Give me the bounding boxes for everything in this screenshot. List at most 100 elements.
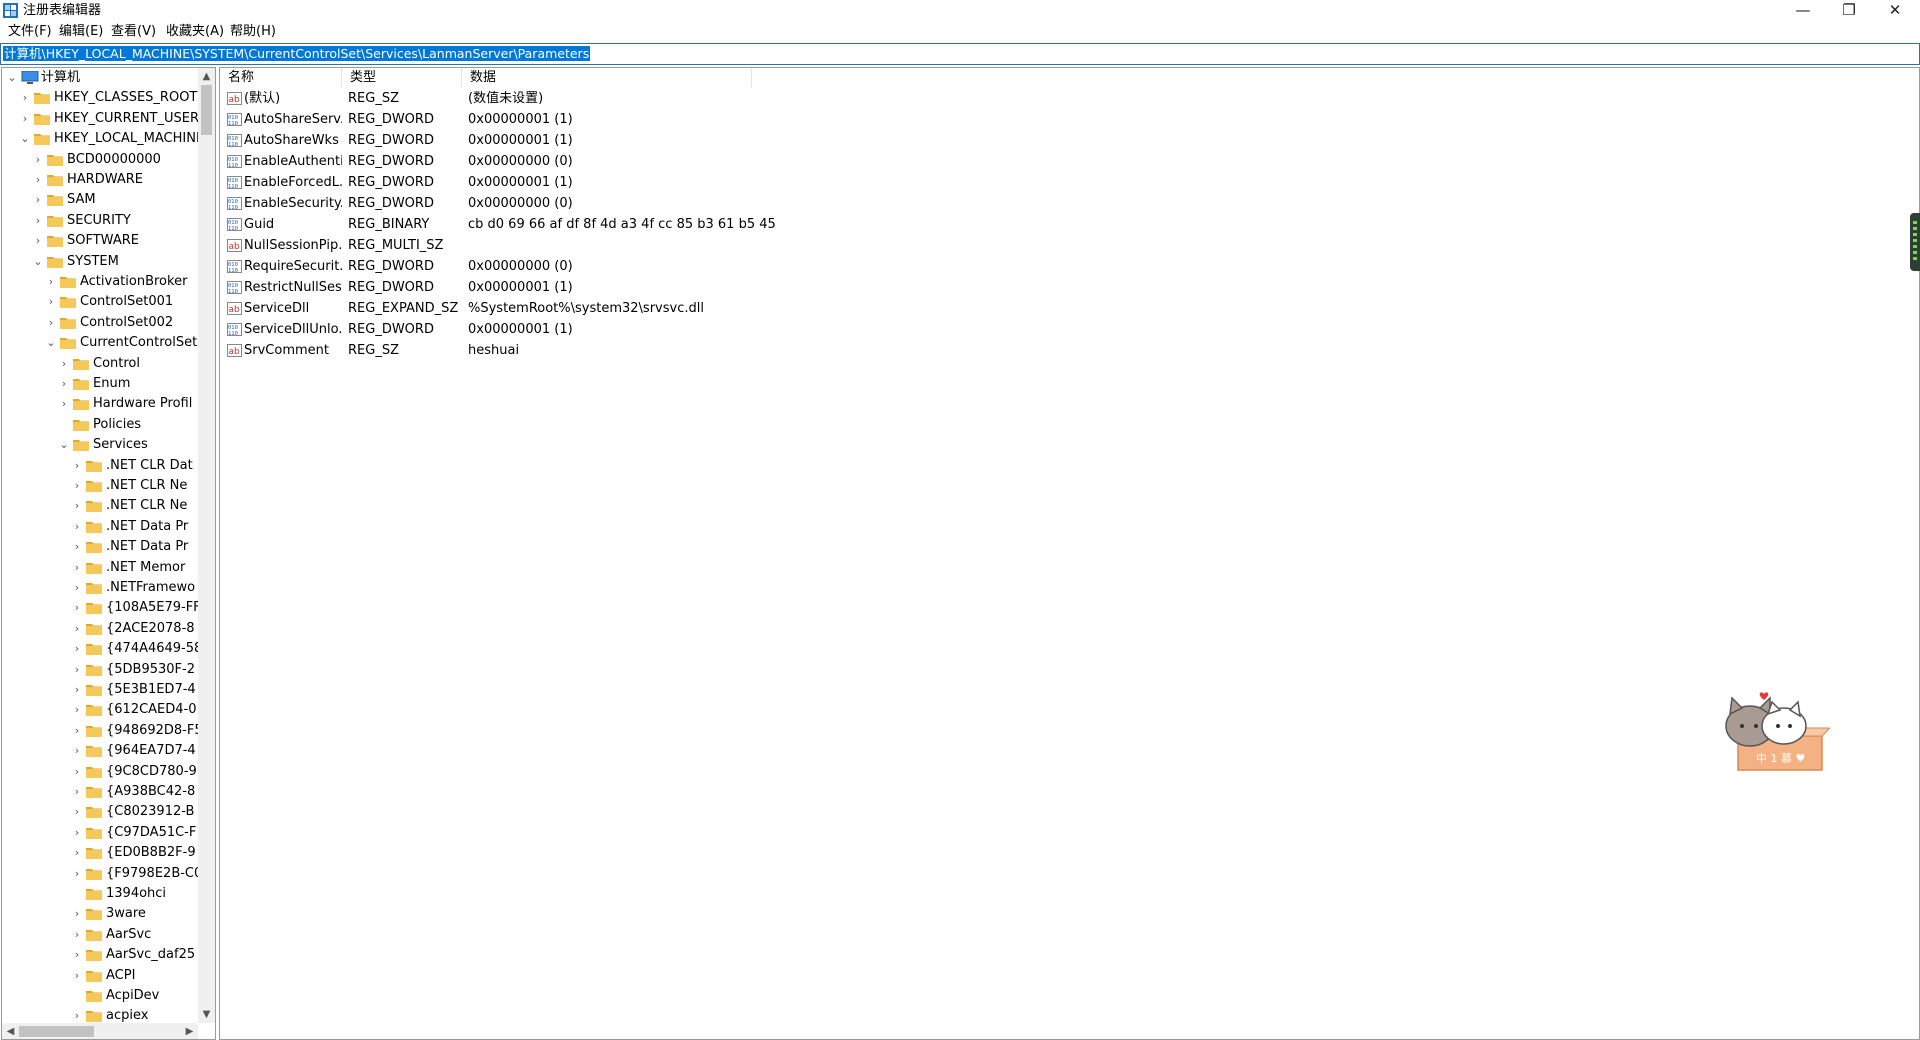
chevron-right-icon[interactable]: › (32, 170, 44, 190)
value-row[interactable]: ab ServiceDll REG_EXPAND_SZ %SystemRoot%\sy… (220, 298, 980, 319)
chevron-right-icon[interactable]: › (71, 700, 83, 720)
value-row[interactable]: 010 110 EnableForcedL... REG_DWORD 0x0000000… (220, 172, 980, 193)
value-type: REG_DWORD (348, 175, 434, 190)
chevron-right-icon[interactable]: › (32, 231, 44, 251)
value-row[interactable]: 010 110 AutoShareServ... REG_DWORD 0x0000000… (220, 109, 980, 130)
value-row[interactable]: 010110EnableAuthenti... REG_DWORD 0x000000… (220, 151, 980, 172)
chevron-right-icon[interactable]: › (71, 966, 83, 986)
chevron-right-icon[interactable] (58, 415, 70, 435)
chevron-right-icon[interactable] (71, 986, 83, 1006)
menu-help[interactable]: 帮助(H) (230, 24, 276, 40)
binary-value-icon: 010110 (227, 260, 242, 273)
scroll-down-arrow-icon[interactable]: ▼ (198, 1006, 215, 1023)
chevron-right-icon[interactable]: › (71, 782, 83, 802)
binary-value-icon: 010110 (227, 197, 242, 210)
menu-file[interactable]: 文件(F) (8, 24, 52, 40)
cat-sticker-image: 中 1 慕 ♥ (1725, 692, 1830, 771)
value-row[interactable]: ab (默认) REG_SZ (数值未设置) (220, 88, 980, 109)
tree-vertical-scrollbar[interactable]: ▲ ▼ (198, 68, 215, 1023)
chevron-right-icon[interactable]: › (71, 823, 83, 843)
chevron-right-icon[interactable]: › (45, 292, 57, 312)
chevron-right-icon[interactable]: › (71, 864, 83, 884)
chevron-right-icon[interactable]: › (58, 394, 70, 414)
chevron-right-icon[interactable]: › (71, 598, 83, 618)
value-row[interactable]: 010 110 AutoShareWks REG_DWORD 0x00000001 (1… (220, 130, 980, 151)
value-row[interactable]: ab NullSessionPip... REG_MULTI_SZ (220, 235, 980, 256)
chevron-down-icon[interactable]: ⌄ (45, 333, 57, 353)
chevron-right-icon[interactable]: › (58, 354, 70, 374)
chevron-right-icon[interactable]: › (71, 476, 83, 496)
chevron-right-icon[interactable]: › (71, 680, 83, 700)
chevron-right-icon[interactable]: › (71, 945, 83, 965)
column-header-name[interactable]: 名称 (220, 68, 342, 88)
menu-view[interactable]: 查看(V) (111, 24, 156, 40)
title-bar: 注册表编辑器 — ❐ ✕ (0, 0, 1920, 22)
folder-icon (47, 175, 63, 186)
column-header-data[interactable]: 数据 (462, 68, 752, 88)
folder-icon (47, 195, 63, 207)
registry-tree-pane[interactable]: ⌄ 计算机 › HKEY_CLASSES_ROOT › HKEY_CURRENT_USER… (1, 67, 216, 1040)
address-path[interactable]: 计算机\HKEY_LOCAL_MACHINE\SYSTEM\CurrentCon… (3, 46, 591, 61)
value-row[interactable]: 010110RestrictNullSes... REG_DWORD 0x00000… (220, 277, 980, 298)
chevron-right-icon[interactable]: › (71, 496, 83, 516)
scroll-right-arrow-icon[interactable]: ▶ (181, 1023, 198, 1039)
chevron-right-icon[interactable]: › (71, 537, 83, 557)
folder-icon (86, 848, 102, 860)
tree-item-label: ACPI (106, 967, 136, 983)
chevron-right-icon[interactable]: › (71, 660, 83, 680)
value-row[interactable]: 010 110 RequireSecurit... REG_DWORD 0x000000… (220, 256, 980, 277)
svg-text:110: 110 (228, 268, 238, 273)
minimize-button[interactable]: — (1780, 0, 1826, 22)
scroll-left-arrow-icon[interactable]: ◀ (2, 1023, 19, 1039)
chevron-right-icon[interactable]: › (71, 741, 83, 761)
menu-edit[interactable]: 编辑(E) (59, 24, 103, 40)
value-row[interactable]: 010 110 EnableSecurity... REG_DWORD 0x000000… (220, 193, 980, 214)
value-data: heshuai (468, 343, 520, 358)
edge-gadget-icon[interactable] (1910, 213, 1920, 271)
address-bar[interactable]: 计算机\HKEY_LOCAL_MACHINE\SYSTEM\CurrentCon… (0, 43, 1920, 65)
chevron-right-icon[interactable]: › (71, 578, 83, 598)
chevron-down-icon[interactable]: ⌄ (19, 129, 31, 149)
chevron-right-icon[interactable] (71, 884, 83, 904)
values-list-pane[interactable]: 名称 类型 数据 ab (默认) REG_SZ (数值未设置) 010 110 AutoSh… (219, 67, 1920, 1040)
chevron-down-icon[interactable]: ⌄ (32, 252, 44, 272)
chevron-right-icon[interactable]: › (58, 374, 70, 394)
maximize-button[interactable]: ❐ (1826, 0, 1872, 22)
chevron-right-icon[interactable]: › (71, 762, 83, 782)
chevron-right-icon[interactable]: › (32, 190, 44, 210)
value-row[interactable]: 010 110 ServiceDllUnlo... REG_DWORD 0x000000… (220, 319, 980, 340)
chevron-right-icon[interactable]: › (71, 558, 83, 578)
column-header-type[interactable]: 类型 (342, 68, 462, 88)
chevron-right-icon[interactable]: › (19, 88, 31, 108)
chevron-right-icon[interactable]: › (32, 150, 44, 170)
chevron-right-icon[interactable]: › (71, 843, 83, 863)
chevron-right-icon[interactable]: › (71, 925, 83, 945)
value-type: REG_DWORD (348, 154, 434, 169)
chevron-right-icon[interactable]: › (71, 517, 83, 537)
chevron-right-icon[interactable]: › (19, 109, 31, 129)
chevron-right-icon[interactable]: › (71, 904, 83, 924)
chevron-right-icon[interactable]: › (45, 272, 57, 292)
chevron-right-icon[interactable]: › (71, 639, 83, 659)
tree-horizontal-scroll-thumb[interactable] (19, 1026, 94, 1037)
tree-vertical-scroll-thumb[interactable] (201, 85, 212, 135)
chevron-down-icon[interactable]: ⌄ (6, 68, 18, 88)
registry-editor-app-icon (3, 3, 18, 18)
menu-favorites[interactable]: 收藏夹(A) (166, 24, 224, 40)
chevron-right-icon[interactable]: › (71, 721, 83, 741)
folder-icon (86, 521, 102, 533)
chevron-right-icon[interactable]: › (71, 456, 83, 476)
value-row[interactable]: 010 110 Guid REG_BINARY cb d0 69 66 af df 8f… (220, 214, 980, 235)
chevron-right-icon[interactable]: › (71, 1006, 83, 1023)
close-button[interactable]: ✕ (1872, 0, 1918, 22)
svg-text:110: 110 (228, 205, 238, 210)
scroll-up-arrow-icon[interactable]: ▲ (198, 68, 215, 85)
chevron-right-icon[interactable]: › (32, 211, 44, 231)
chevron-right-icon[interactable]: › (45, 313, 57, 333)
value-row[interactable]: ab SrvComment REG_SZ heshuai (220, 340, 980, 361)
tree-item-label: {5DB9530F-2 (106, 661, 195, 677)
chevron-right-icon[interactable]: › (71, 619, 83, 639)
tree-horizontal-scrollbar[interactable]: ◀ ▶ (2, 1023, 198, 1039)
chevron-right-icon[interactable]: › (71, 802, 83, 822)
chevron-down-icon[interactable]: ⌄ (58, 435, 70, 455)
